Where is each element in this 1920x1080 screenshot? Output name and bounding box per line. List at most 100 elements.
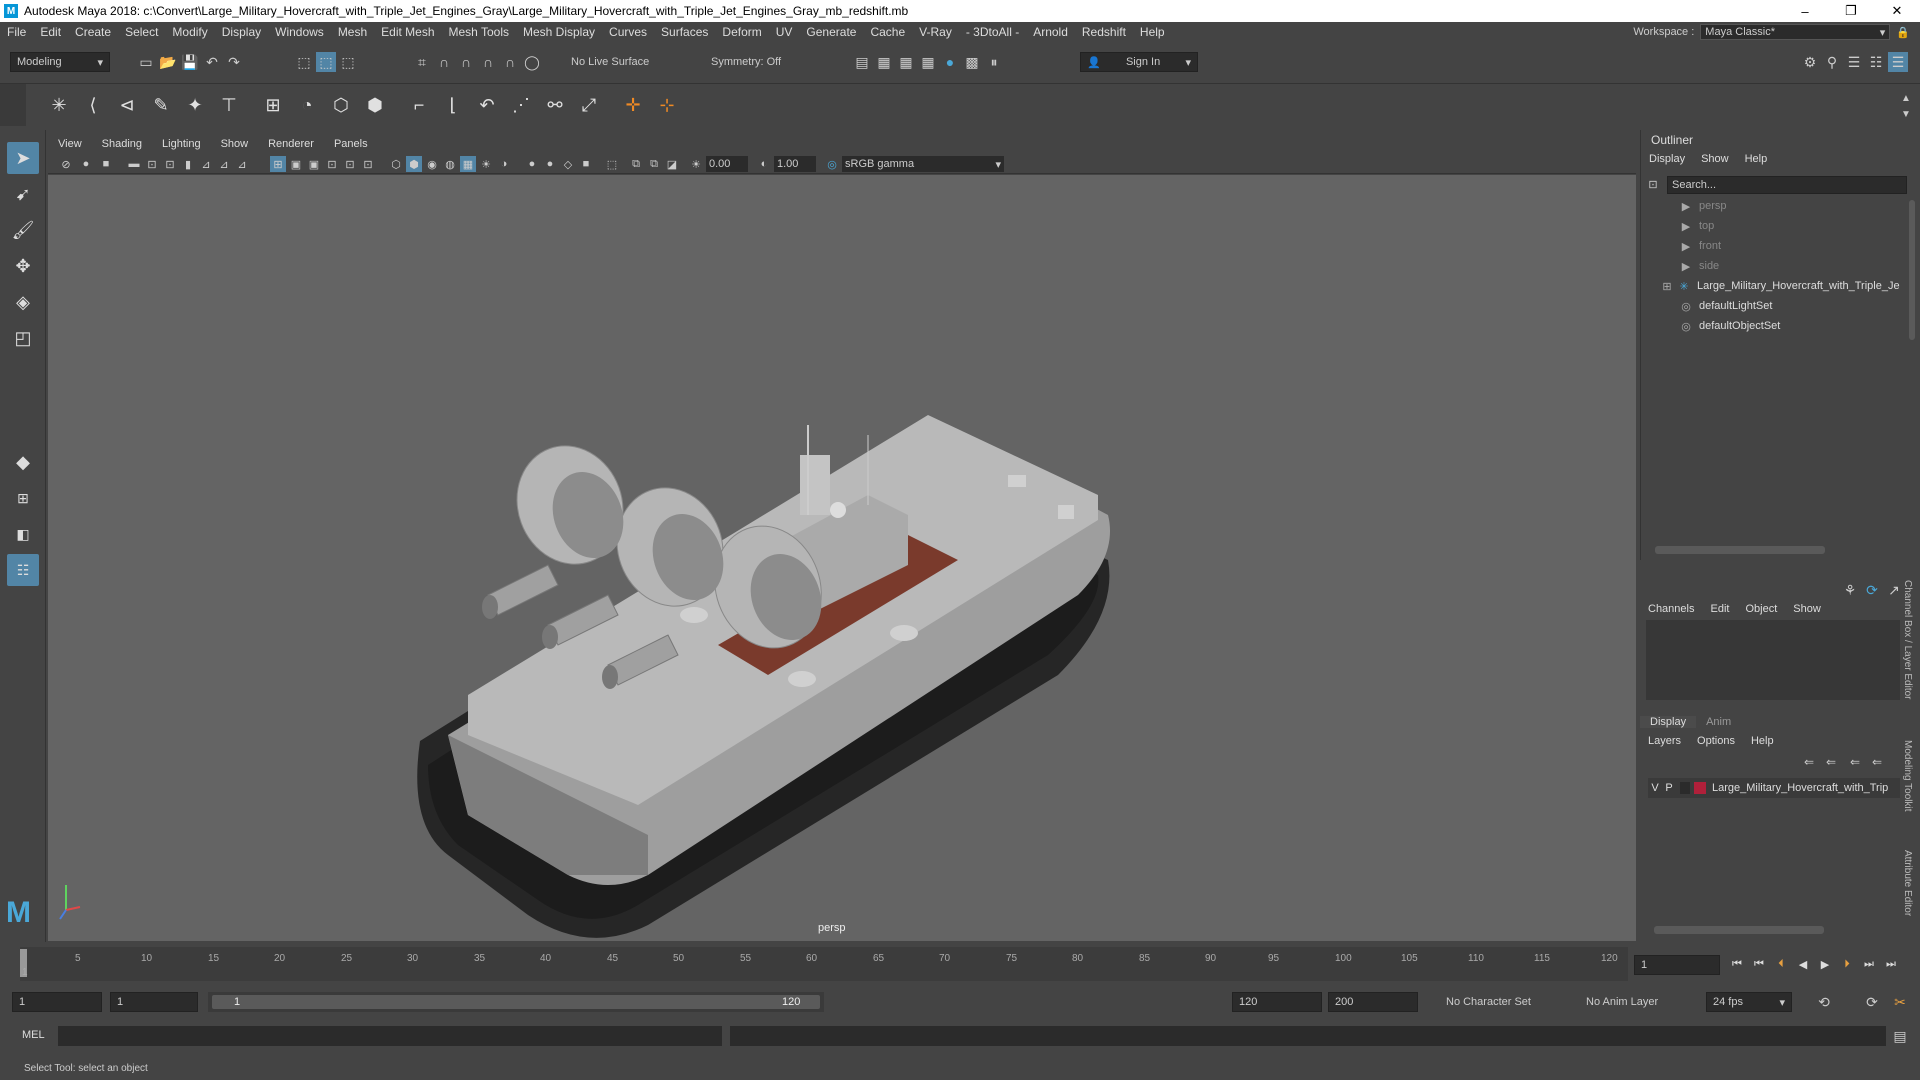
image-plane-icon[interactable]: ▬ — [126, 156, 142, 172]
outliner-view-icon[interactable]: ☷ — [7, 554, 39, 586]
pencil-curve-icon[interactable]: ✎ — [146, 90, 176, 120]
exposure-icon[interactable]: ☀ — [688, 156, 704, 172]
menu-help[interactable]: Help — [1133, 25, 1172, 39]
side-tab-attribute-editor[interactable]: Attribute Editor — [1902, 850, 1913, 916]
channel-menu-show[interactable]: Show — [1785, 603, 1829, 615]
tool-settings-toggle-icon[interactable]: ☷ — [1866, 52, 1886, 72]
bevel-icon[interactable]: ⌊ — [438, 90, 468, 120]
menu-3dtoall[interactable]: - 3DtoAll - — [959, 25, 1026, 39]
outliner-search-input[interactable]: Search... — [1667, 176, 1907, 194]
outliner-item-front[interactable]: ▶ front — [1641, 236, 1911, 256]
outliner-menu-show[interactable]: Show — [1693, 153, 1737, 165]
ambient-occlusion-icon[interactable]: ▦ — [460, 156, 476, 172]
color-space-dropdown[interactable]: sRGB gamma ▾ — [842, 156, 1004, 172]
render-view-icon[interactable]: ▩ — [962, 52, 982, 72]
camera-attributes-icon[interactable]: ● — [78, 156, 94, 172]
shelf-scroll-down-icon[interactable]: ▼ — [1896, 104, 1916, 124]
render-settings-icon[interactable]: ▦ — [918, 52, 938, 72]
modeling-toolkit-toggle-icon[interactable]: ⚙ — [1800, 52, 1820, 72]
2d-pan-icon[interactable]: ⊡ — [144, 156, 160, 172]
xray-joints-icon[interactable]: ◑ — [496, 156, 512, 172]
loop-icon[interactable]: ⟲ — [1814, 992, 1834, 1012]
layer-menu-help[interactable]: Help — [1743, 735, 1782, 747]
soft-select-icon[interactable]: ✳ — [44, 90, 74, 120]
menu-edit-mesh[interactable]: Edit Mesh — [374, 25, 441, 39]
play-forwards-icon[interactable]: ▶ — [1816, 956, 1834, 972]
lasso-tool-icon[interactable]: ➹ — [7, 178, 39, 210]
layer-reference-toggle[interactable] — [1680, 782, 1690, 794]
textured-icon[interactable]: ⬢ — [406, 156, 422, 172]
move-tool-icon[interactable]: ✥ — [7, 250, 39, 282]
layer-row[interactable]: V P Large_Military_Hovercraft_with_Trip — [1648, 778, 1903, 798]
new-layer-selected-icon[interactable]: ⇐ — [1868, 752, 1886, 772]
grid-toggle-icon[interactable]: ▮ — [180, 156, 196, 172]
fps-dropdown[interactable]: 24 fps ▾ — [1706, 992, 1792, 1012]
mode-dropdown[interactable]: Modeling ▾ — [10, 52, 110, 72]
snap-point-icon[interactable]: ∩ — [456, 52, 476, 72]
expand-plus-icon[interactable]: ⊞ — [1661, 280, 1673, 293]
time-slider[interactable]: 1 5 10 15 20 25 30 35 40 45 50 55 60 65 … — [0, 945, 1920, 985]
menu-create[interactable]: Create — [68, 25, 118, 39]
shadows-icon[interactable]: ◍ — [442, 156, 458, 172]
animation-start-field[interactable]: 1 — [12, 992, 102, 1012]
depth-of-field-icon[interactable]: ◇ — [560, 156, 576, 172]
step-back-frame-icon[interactable]: ⏴ — [1772, 956, 1790, 972]
shelf-handle[interactable] — [0, 84, 26, 126]
outliner-item-top[interactable]: ▶ top — [1641, 216, 1911, 236]
append-icon[interactable]: ⋰ — [506, 90, 536, 120]
layer-playback-toggle[interactable]: P — [1662, 782, 1676, 794]
channel-box-sync-icon[interactable]: ⟳ — [1862, 580, 1882, 600]
four-view-icon[interactable]: ⊞ — [7, 482, 39, 514]
two-view-icon[interactable]: ◧ — [7, 518, 39, 550]
channel-menu-object[interactable]: Object — [1737, 603, 1785, 615]
pause-render-icon[interactable]: ⏸ — [984, 52, 1004, 72]
menu-display[interactable]: Display — [215, 25, 268, 39]
rotate-tool-icon[interactable]: ◈ — [7, 286, 39, 318]
side-tab-modeling-toolkit[interactable]: Modeling Toolkit — [1902, 740, 1913, 812]
move-layer-down-icon[interactable]: ⇐ — [1822, 752, 1840, 772]
symmetry-dropdown[interactable]: Symmetry: Off — [705, 52, 810, 72]
go-to-start-icon[interactable]: ⏮ — [1728, 956, 1746, 972]
tab-display[interactable]: Display — [1640, 716, 1697, 728]
paint-select-icon[interactable]: 🖌 — [7, 214, 39, 246]
render-icon[interactable]: ▦ — [874, 52, 894, 72]
isolate-icon[interactable]: ■ — [578, 156, 594, 172]
resolution-gate-icon[interactable]: ⊿ — [216, 156, 232, 172]
anti-alias-icon[interactable]: ● — [542, 156, 558, 172]
menu-mesh[interactable]: Mesh — [331, 25, 374, 39]
vp-menu-show[interactable]: Show — [211, 138, 259, 150]
side-tab-channel-box[interactable]: Channel Box / Layer Editor — [1902, 580, 1913, 700]
layer-h-scrollbar[interactable] — [1654, 926, 1824, 934]
hud-icon[interactable]: ⧉ — [628, 156, 644, 172]
animation-prefs-icon[interactable]: ✂ — [1890, 992, 1910, 1012]
channel-box-toggle-icon[interactable]: ☰ — [1888, 52, 1908, 72]
layer-menu-options[interactable]: Options — [1689, 735, 1743, 747]
move-layer-up-icon[interactable]: ⇐ — [1800, 752, 1818, 772]
layer-menu-layers[interactable]: Layers — [1640, 735, 1689, 747]
outliner-item-hovercraft[interactable]: ⊞ ✳ Large_Military_Hovercraft_with_Triple_… — [1641, 276, 1911, 296]
ik-handle-icon[interactable]: ⊤ — [214, 90, 244, 120]
menu-uv[interactable]: UV — [769, 25, 800, 39]
select-tool-icon[interactable]: ➤ — [7, 142, 39, 174]
outliner-v-scrollbar[interactable] — [1909, 200, 1915, 340]
outliner-item-side[interactable]: ▶ side — [1641, 256, 1911, 276]
cylinder-icon[interactable]: ⬢ — [360, 90, 390, 120]
hypershade-icon[interactable]: ● — [940, 52, 960, 72]
render-frame-icon[interactable]: ▤ — [852, 52, 872, 72]
channel-menu-channels[interactable]: Channels — [1640, 603, 1702, 615]
channel-menu-edit[interactable]: Edit — [1702, 603, 1737, 615]
new-scene-icon[interactable]: ▭ — [136, 52, 156, 72]
step-forward-frame-icon[interactable]: ⏵ — [1838, 956, 1856, 972]
xray-icon[interactable]: ⬡ — [388, 156, 404, 172]
menu-mesh-tools[interactable]: Mesh Tools — [442, 25, 516, 39]
live-surface-field[interactable]: No Live Surface — [565, 52, 665, 72]
sphere-icon[interactable]: ◔ — [292, 90, 322, 120]
viewport-persp[interactable]: persp — [48, 175, 1636, 941]
range-slider[interactable]: 1 120 — [208, 992, 824, 1012]
menu-select[interactable]: Select — [118, 25, 165, 39]
save-scene-icon[interactable]: 💾 — [180, 52, 200, 72]
menu-deform[interactable]: Deform — [715, 25, 768, 39]
timeline-track[interactable] — [20, 947, 1628, 981]
auto-key-icon[interactable]: ⟳ — [1862, 992, 1882, 1012]
snap-live-icon[interactable]: ◯ — [522, 52, 542, 72]
